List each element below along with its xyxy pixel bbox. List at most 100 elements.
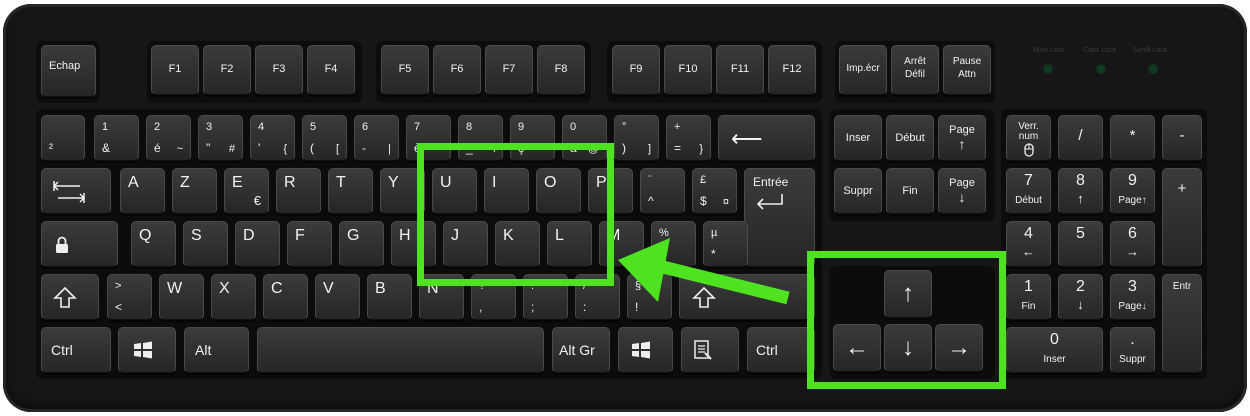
key-pause[interactable]: Pause Attn	[943, 45, 991, 95]
key-num-minus[interactable]: -	[1162, 115, 1202, 161]
key-num-9[interactable]: 9 Page↑	[1110, 168, 1155, 214]
key-right-windows[interactable]	[618, 327, 673, 373]
key-num-5[interactable]: 5	[1058, 221, 1103, 267]
key-scroll-lock[interactable]: Arrêt Défil	[891, 45, 939, 95]
key-x[interactable]: X	[211, 274, 256, 320]
key-semicolon-bottom: ;	[531, 300, 535, 314]
key-a-label: A	[128, 174, 139, 191]
key-f5[interactable]: F5	[381, 45, 429, 95]
key-f4[interactable]: F4	[307, 45, 355, 95]
key-left-shift[interactable]	[41, 274, 99, 320]
key-f10[interactable]: F10	[664, 45, 712, 95]
key-num-6[interactable]: 6 →	[1110, 221, 1155, 267]
key-tab[interactable]	[41, 168, 111, 214]
key-pound[interactable]: £ $ ¤	[692, 168, 737, 214]
key-e[interactable]: E €	[224, 168, 269, 214]
key-g[interactable]: G	[339, 221, 384, 267]
key-num-divide[interactable]: /	[1058, 115, 1103, 161]
key-num-8[interactable]: 8 ↑	[1058, 168, 1103, 214]
key-f3[interactable]: F3	[255, 45, 303, 95]
key-menu[interactable]	[681, 327, 739, 373]
key-b[interactable]: B	[367, 274, 412, 320]
key-2[interactable]: 2 é ~	[146, 115, 191, 161]
key-left-windows[interactable]	[118, 327, 176, 373]
key-trema-top: ¨	[648, 174, 652, 186]
key-f12[interactable]: F12	[768, 45, 816, 95]
key-t[interactable]: T	[328, 168, 373, 214]
key-4[interactable]: 4 ' {	[250, 115, 295, 161]
key-left-alt[interactable]: Alt	[184, 327, 249, 373]
key-superscript-two[interactable]: ²	[41, 115, 85, 161]
key-f-label: F	[295, 227, 305, 244]
key-delete[interactable]: Suppr	[834, 168, 882, 214]
windows-logo-icon	[134, 341, 152, 359]
key-angle-brackets[interactable]: > <	[107, 274, 152, 320]
key-r[interactable]: R	[276, 168, 321, 214]
key-num-7[interactable]: 7 Début	[1006, 168, 1051, 214]
key-home[interactable]: Début	[886, 115, 934, 161]
key-degree[interactable]: °)]	[614, 115, 659, 161]
key-end[interactable]: Fin	[886, 168, 934, 214]
key-6-alt: |	[388, 143, 391, 155]
key-num-8-digit: 8	[1076, 172, 1085, 189]
key-f8[interactable]: F8	[537, 45, 585, 95]
key-num-plus[interactable]: +	[1162, 168, 1202, 267]
page-up-arrow-icon: ↑	[958, 136, 966, 152]
key-f[interactable]: F	[287, 221, 332, 267]
key-num-2[interactable]: 2 ↓	[1058, 274, 1103, 320]
key-v[interactable]: V	[315, 274, 360, 320]
key-page-up[interactable]: Page ↑	[938, 115, 986, 161]
key-backspace[interactable]: ⟵	[718, 115, 815, 161]
key-num-0[interactable]: 0 Inser	[1006, 327, 1103, 373]
key-page-down-label: Page	[949, 177, 975, 189]
key-a[interactable]: A	[120, 168, 165, 214]
key-f7[interactable]: F7	[485, 45, 533, 95]
key-trema[interactable]: ¨ ^	[640, 168, 685, 214]
key-num-lock[interactable]: Verr. num	[1006, 115, 1051, 161]
key-left-ctrl[interactable]: Ctrl	[41, 327, 111, 373]
key-f11[interactable]: F11	[716, 45, 764, 95]
key-left-alt-label: Alt	[195, 342, 212, 358]
key-c[interactable]: C	[263, 274, 308, 320]
key-f9-label: F9	[629, 63, 643, 75]
key-f6[interactable]: F6	[433, 45, 481, 95]
key-h-label: H	[399, 227, 411, 244]
key-s[interactable]: S	[183, 221, 228, 267]
key-f1[interactable]: F1	[151, 45, 199, 95]
key-3[interactable]: 3 " #	[198, 115, 243, 161]
key-num-4[interactable]: 4 ←	[1006, 221, 1051, 267]
key-w[interactable]: W	[159, 274, 204, 320]
key-num-3[interactable]: 3 Page↓	[1110, 274, 1155, 320]
key-page-down[interactable]: Page ↓	[938, 168, 986, 214]
key-plus[interactable]: + =}	[666, 115, 711, 161]
key-num-5-digit: 5	[1076, 225, 1085, 242]
scroll-lock-label: Scroll Lock	[1133, 47, 1168, 54]
key-caps-lock[interactable]	[41, 221, 118, 267]
key-num-enter[interactable]: Entr	[1162, 274, 1202, 373]
key-insert[interactable]: Inser	[834, 115, 882, 161]
key-f9[interactable]: F9	[612, 45, 660, 95]
key-num-decimal[interactable]: . Suppr	[1110, 327, 1155, 373]
key-5[interactable]: 5 ([	[302, 115, 347, 161]
key-print-screen[interactable]: Imp.écr	[839, 45, 887, 95]
key-trema-bottom: ^	[648, 194, 654, 208]
key-z[interactable]: Z	[172, 168, 217, 214]
key-escape[interactable]: Echap	[41, 45, 96, 97]
key-num-4-sub: ←	[1022, 244, 1035, 259]
key-scroll-lock-bottom: Défil	[904, 69, 925, 80]
key-plus-bottom: =	[674, 141, 682, 155]
key-num-decimal-dot: .	[1130, 331, 1135, 348]
key-right-ctrl[interactable]: Ctrl	[747, 327, 815, 373]
key-right-ctrl-label: Ctrl	[756, 342, 778, 358]
key-num-multiply[interactable]: *	[1110, 115, 1155, 161]
num-lock-led	[1044, 65, 1052, 73]
key-num-1[interactable]: 1 Fin	[1006, 274, 1051, 320]
key-q[interactable]: Q	[131, 221, 176, 267]
key-d[interactable]: D	[235, 221, 280, 267]
key-6[interactable]: 6 - |	[354, 115, 399, 161]
key-3-bottom: "	[206, 141, 211, 155]
key-space[interactable]	[257, 327, 544, 373]
key-alt-gr[interactable]: Alt Gr	[552, 327, 610, 373]
key-f2[interactable]: F2	[203, 45, 251, 95]
key-1[interactable]: 1 &	[94, 115, 139, 161]
